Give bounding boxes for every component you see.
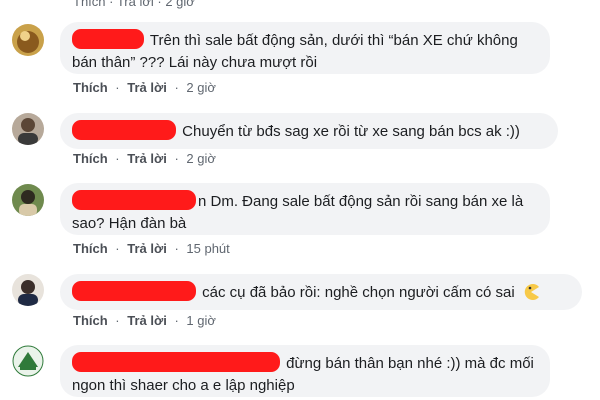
avatar[interactable] — [12, 345, 44, 377]
pacman-emoji-icon — [524, 284, 539, 300]
comment-text: Chuyển từ bđs sag xe rồi từ xe sang bán … — [182, 123, 520, 140]
comment-bubble: Trên thì sale bất động sản, dưới thì “bá… — [60, 22, 550, 74]
redacted-name — [72, 281, 196, 301]
avatar[interactable] — [12, 24, 44, 56]
comment-text: các cụ đã bảo rồi: nghề chọn người cấm c… — [202, 284, 515, 301]
comment-bubble: đừng bán thân bạn nhé :)) mà đc mối ngon… — [60, 345, 550, 397]
like-link[interactable]: Thích — [73, 241, 108, 256]
redacted-name — [72, 120, 176, 140]
comment-time: 2 giờ — [186, 151, 216, 166]
reply-link[interactable]: Trả lời — [127, 80, 167, 95]
comment-time: 2 giờ — [165, 0, 195, 9]
comment-time: 1 giờ — [186, 313, 216, 328]
comment-actions: Thích · Trả lời · 2 giờ — [73, 151, 216, 166]
reply-link[interactable]: Trả lời — [127, 313, 167, 328]
reply-link[interactable]: Trả lời — [117, 0, 154, 9]
comment-time: 2 giờ — [186, 80, 216, 95]
like-link[interactable]: Thích — [73, 313, 108, 328]
comment-actions: Thích · Trả lời · 1 giờ — [73, 313, 216, 328]
like-link[interactable]: Thích — [73, 80, 108, 95]
comment-actions: Thích · Trả lời · 15 phút — [73, 241, 230, 256]
like-link[interactable]: Thích — [73, 151, 108, 166]
comment-bubble: Chuyển từ bđs sag xe rồi từ xe sang bán … — [60, 113, 558, 149]
comment-bubble: n Dm. Đang sale bất động sản rồi sang bá… — [60, 183, 550, 235]
avatar[interactable] — [12, 274, 44, 306]
reply-link[interactable]: Trả lời — [127, 241, 167, 256]
avatar[interactable] — [12, 113, 44, 145]
like-link[interactable]: Thích — [73, 0, 106, 9]
comment-actions: Thích · Trả lời · 2 giờ — [73, 80, 216, 95]
redacted-name — [72, 352, 280, 372]
avatar[interactable] — [12, 184, 44, 216]
reply-link[interactable]: Trả lời — [127, 151, 167, 166]
comment-time: 15 phút — [186, 241, 230, 256]
comment-bubble: các cụ đã bảo rồi: nghề chọn người cấm c… — [60, 274, 582, 310]
redacted-name — [72, 190, 196, 210]
comment-actions-top: Thích · Trả lời · 2 giờ — [73, 0, 195, 9]
redacted-name — [72, 29, 144, 49]
